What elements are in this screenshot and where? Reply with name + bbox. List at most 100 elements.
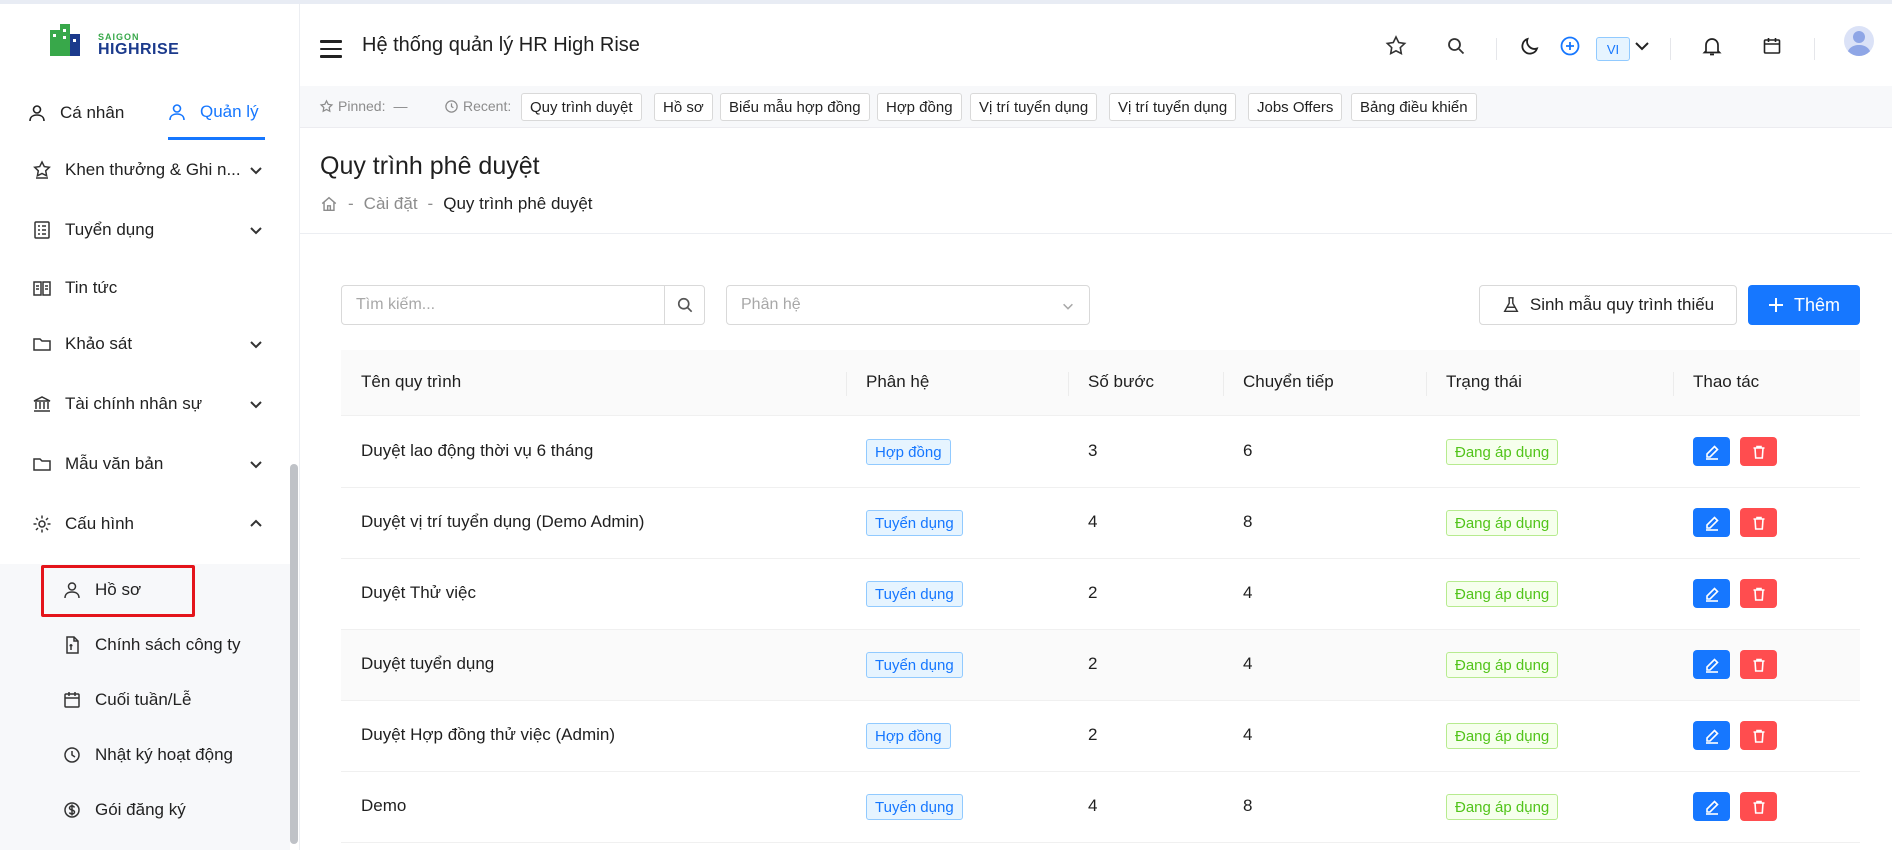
delete-button[interactable] — [1740, 721, 1777, 750]
delete-button[interactable] — [1740, 650, 1777, 679]
edit-icon — [1705, 586, 1719, 602]
module-tag: Tuyển dụng — [866, 581, 963, 607]
column-header-status: Trạng thái — [1446, 372, 1522, 391]
sidebar-subitem-label: Cuối tuần/Lễ — [95, 690, 192, 709]
sidebar-item-label: Mẫu văn bản — [65, 454, 164, 473]
sidebar-item-rewards[interactable]: Khen thưởng & Ghi n... — [0, 150, 290, 190]
tab-personal[interactable]: Cá nhân — [28, 86, 124, 140]
recent-chip[interactable]: Bảng điều khiển — [1351, 93, 1477, 121]
tab-manage-label: Quản lý — [200, 101, 259, 121]
gear-icon — [33, 515, 51, 533]
tab-manage[interactable]: Quản lý — [168, 86, 265, 140]
sidebar-subitem-policy[interactable]: Chính sách công ty — [0, 625, 290, 665]
breadcrumb-item[interactable]: Cài đặt — [364, 194, 418, 214]
chevron-down-icon[interactable] — [1630, 34, 1654, 58]
edit-button[interactable] — [1693, 508, 1730, 537]
sidebar-subitem-activity-log[interactable]: Nhật ký hoạt động — [0, 735, 290, 775]
sidebar-item-label: Tin tức — [65, 278, 118, 297]
module-tag: Tuyển dụng — [866, 652, 963, 678]
pinned-recent-bar: Pinned: — Recent: Quy trình duyệt Hồ sơ … — [300, 86, 1892, 128]
table-row[interactable]: Duyệt tuyển dụng Tuyển dụng 2 4 Đang áp … — [341, 630, 1860, 701]
folder-icon — [33, 458, 51, 471]
calendar-icon[interactable] — [1760, 34, 1784, 58]
sidebar-item-survey[interactable]: Khảo sát — [0, 324, 290, 364]
edit-button[interactable] — [1693, 792, 1730, 821]
search-button[interactable] — [664, 286, 704, 324]
table-row[interactable]: Demo Tuyển dụng 4 8 Đang áp dụng — [341, 772, 1860, 843]
star-icon[interactable] — [1384, 34, 1408, 58]
breadcrumb: - Cài đặt - Quy trình phê duyệt — [320, 194, 593, 214]
table-row[interactable]: Duyệt lao động thời vụ 6 tháng Hợp đồng … — [341, 417, 1860, 488]
trash-icon — [1753, 729, 1764, 743]
transitions-count: 6 — [1243, 441, 1253, 460]
module-select[interactable]: Phân hệ — [726, 285, 1090, 325]
recent-chip[interactable]: Quy trình duyệt — [521, 93, 642, 121]
sidebar-item-config[interactable]: Cấu hình — [0, 504, 290, 544]
transitions-count: 4 — [1243, 583, 1253, 602]
sidebar-subitem-label: Gói đăng ký — [95, 800, 186, 819]
chevron-down-icon — [250, 227, 262, 235]
generate-template-button[interactable]: Sinh mẫu quy trình thiếu — [1479, 285, 1737, 325]
menu-toggle-button[interactable] — [320, 40, 342, 58]
edit-icon — [1705, 444, 1719, 460]
edit-icon — [1705, 799, 1719, 815]
recent-chip[interactable]: Biểu mẫu hợp đồng — [720, 93, 870, 121]
table-row[interactable]: Duyệt vị trí tuyển dụng (Demo Admin) Tuy… — [341, 488, 1860, 559]
module-tag: Tuyển dụng — [866, 510, 963, 536]
search-input[interactable] — [342, 286, 666, 324]
sidebar-subitem-subscription[interactable]: Gói đăng ký — [0, 790, 290, 830]
search-icon[interactable] — [1444, 34, 1468, 58]
column-header-module: Phân hệ — [866, 372, 930, 391]
add-circle-icon[interactable] — [1558, 34, 1582, 58]
column-divider — [846, 372, 847, 396]
edit-button[interactable] — [1693, 579, 1730, 608]
table-row[interactable]: Duyệt Thử việc Tuyển dụng 2 4 Đang áp dụ… — [341, 559, 1860, 630]
home-icon[interactable] — [320, 195, 338, 213]
document-icon — [66, 636, 79, 654]
breadcrumb-separator: - — [348, 194, 354, 213]
recent-chip[interactable]: Vị trí tuyển dụng — [1109, 93, 1237, 121]
column-header-transitions: Chuyển tiếp — [1243, 372, 1334, 391]
avatar[interactable] — [1844, 26, 1874, 56]
recent-chip[interactable]: Vị trí tuyển dụng — [970, 93, 1098, 121]
recent-chip[interactable]: Hồ sơ — [654, 93, 713, 121]
language-selector[interactable]: VI — [1596, 37, 1630, 61]
status-badge: Đang áp dụng — [1446, 581, 1559, 607]
sidebar-scrollbar[interactable] — [290, 464, 298, 844]
recent-label: Recent: — [444, 98, 511, 114]
sidebar-item-news[interactable]: Tin tức — [0, 268, 290, 308]
edit-button[interactable] — [1693, 721, 1730, 750]
sidebar-item-recruitment[interactable]: Tuyển dụng — [0, 210, 290, 250]
sidebar-subitem-holidays[interactable]: Cuối tuần/Lễ — [0, 680, 290, 720]
module-tag: Hợp đồng — [866, 723, 951, 749]
brand-logo[interactable]: SAIGON HIGHRISE — [48, 22, 208, 62]
dark-mode-icon[interactable] — [1518, 34, 1542, 58]
user-avatar-icon — [1847, 31, 1871, 56]
brand-main-text: HIGHRISE — [98, 41, 180, 58]
workflow-name: Demo — [361, 796, 407, 815]
delete-button[interactable] — [1740, 792, 1777, 821]
generate-template-label: Sinh mẫu quy trình thiếu — [1529, 295, 1715, 314]
edit-button[interactable] — [1693, 650, 1730, 679]
user-icon — [29, 105, 45, 122]
header-divider — [1814, 38, 1815, 60]
delete-button[interactable] — [1740, 437, 1777, 466]
bell-icon[interactable] — [1700, 34, 1724, 58]
delete-button[interactable] — [1740, 579, 1777, 608]
trash-icon — [1753, 658, 1764, 672]
recent-chip[interactable]: Hợp đồng — [877, 93, 962, 121]
plus-icon — [1768, 298, 1783, 312]
sidebar-subitem-label: Nhật ký hoạt động — [95, 745, 233, 764]
delete-button[interactable] — [1740, 508, 1777, 537]
table-row[interactable]: Duyệt Hợp đồng thử việc (Admin) Hợp đồng… — [341, 701, 1860, 772]
add-button-label: Thêm — [1793, 294, 1840, 315]
add-button[interactable]: Thêm — [1748, 285, 1860, 325]
chevron-down-icon — [1063, 303, 1073, 310]
sidebar-item-finance[interactable]: Tài chính nhân sự — [0, 384, 290, 424]
edit-button[interactable] — [1693, 437, 1730, 466]
list-icon — [34, 221, 50, 239]
column-header-actions: Thao tác — [1693, 372, 1760, 391]
flask-icon — [1503, 297, 1519, 313]
recent-chip[interactable]: Jobs Offers — [1248, 93, 1343, 121]
sidebar-item-templates[interactable]: Mẫu văn bản — [0, 444, 290, 484]
